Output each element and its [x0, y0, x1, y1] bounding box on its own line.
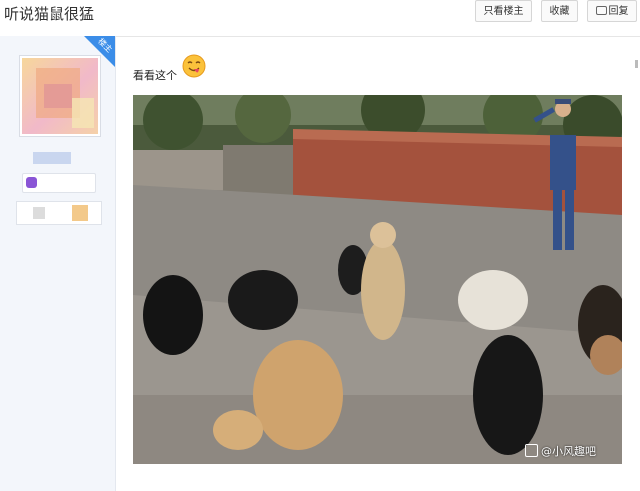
author-sidebar: 楼主 [0, 36, 116, 491]
username-redacted[interactable] [33, 152, 71, 164]
only-author-button[interactable]: 只看楼主 [475, 0, 532, 22]
image-watermark: @小风趣吧 [525, 443, 596, 459]
post-image[interactable]: @小风趣吧 [133, 95, 622, 464]
reply-label: 回复 [608, 6, 629, 17]
post-text: 看看这个 [133, 69, 177, 82]
watermark-text: @小风趣吧 [541, 445, 596, 458]
post-content: 看看这个 @小风趣吧 [116, 37, 640, 491]
collect-button[interactable]: 收藏 [541, 0, 578, 22]
thread-header: 听说猫鼠很猛 只看楼主 收藏 回复 [0, 0, 640, 37]
level-badge[interactable] [22, 173, 96, 193]
reply-icon [595, 6, 607, 15]
tongue-out-emoji-icon [182, 54, 206, 78]
level-icon [26, 177, 37, 188]
author-badge: 楼主 [84, 36, 115, 67]
watermark-logo-icon [525, 444, 538, 457]
scrollbar[interactable] [635, 60, 638, 68]
member-badges [16, 201, 102, 225]
reply-button[interactable]: 回复 [587, 0, 637, 22]
thread-title: 听说猫鼠很猛 [4, 5, 95, 23]
dogs-training-photo [133, 95, 622, 464]
avatar[interactable] [20, 56, 100, 136]
